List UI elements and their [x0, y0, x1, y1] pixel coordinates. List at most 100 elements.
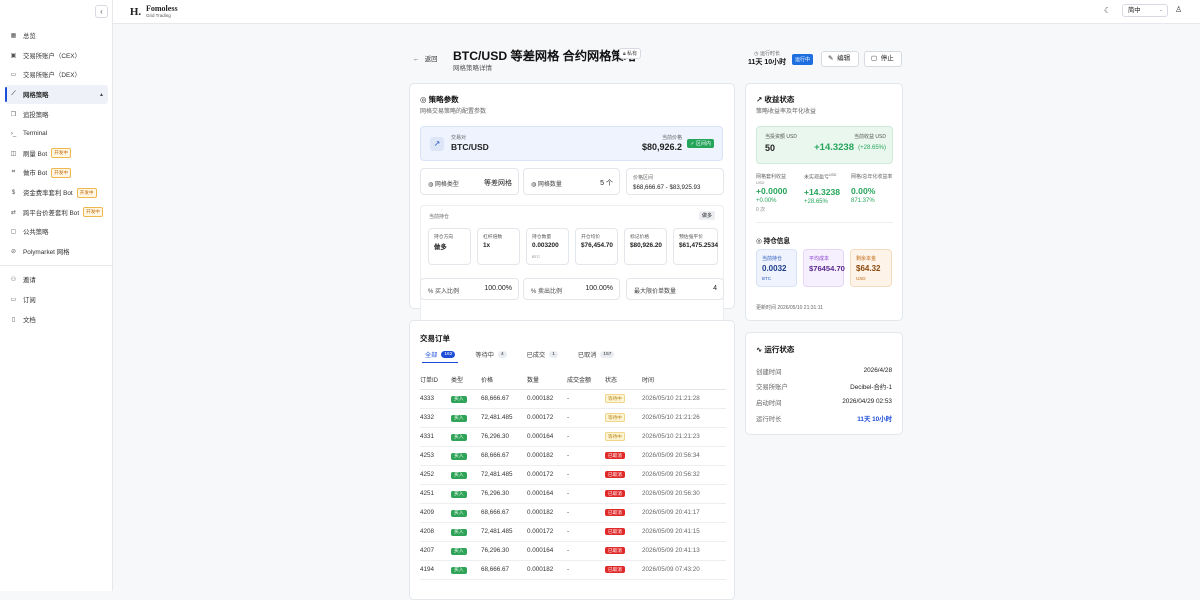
order-type: 买入: [451, 396, 467, 403]
order-id-cell: 4333: [420, 389, 451, 409]
sidebar: ‹ ▦ 总览 ▣ 交易所账户（CEX） ▭ 交易所账户（DEX） ⟋ 网格策略 ▲ ❐ 追投…: [0, 0, 113, 591]
sidebar-item-copy-strategy[interactable]: ❐ 追投策略: [0, 104, 113, 124]
sidebar-item-label: 做市 Bot: [23, 170, 48, 178]
order-id-cell: 4332: [420, 408, 451, 428]
order-status-cell: 已取消: [605, 484, 642, 504]
tab-filled[interactable]: 已成交 1: [527, 347, 558, 362]
order-status-cell: 已取消: [605, 503, 642, 523]
sidebar-item-label: 公共策略: [23, 229, 49, 237]
private-label: 私有: [627, 51, 638, 57]
order-qty-cell: 0.000182: [527, 560, 567, 580]
order-price-cell: 72,481.485: [481, 522, 527, 542]
tab-label: 等待中: [475, 352, 494, 359]
tab-waiting[interactable]: 等待中 4: [475, 347, 507, 362]
language-select[interactable]: 简中 ⌄: [1122, 4, 1168, 17]
sidebar-item-mm-bot[interactable]: ⌗ 做市 Bot 开发中: [0, 163, 113, 183]
order-status-cell: 已取消: [605, 522, 642, 542]
order-amount: -: [567, 509, 570, 516]
sidebar-nav: ▦ 总览 ▣ 交易所账户（CEX） ▭ 交易所账户（DEX） ⟋ 网格策略 ▲ ❐ 追投策略…: [0, 26, 113, 329]
order-status: 已取消: [605, 490, 625, 497]
order-status: 已取消: [605, 509, 625, 516]
order-time-cell: 2026/05/10 21:21:23: [642, 427, 726, 447]
dev-badge: 开发中: [51, 167, 71, 178]
sell-ratio-label-text: 卖出比例: [538, 289, 563, 295]
chevron-up-icon: ▲: [99, 91, 104, 98]
orders-title: 交易订单: [420, 334, 450, 343]
pos-card-label: 标记价格: [630, 235, 650, 240]
pos-card-value: $76,454.70: [581, 242, 613, 249]
max-orders-value: 4: [713, 285, 717, 292]
order-time: 2026/05/09 20:56:34: [642, 452, 700, 459]
order-amount-cell: -: [567, 446, 605, 466]
invest-value: 50: [765, 143, 776, 153]
table-row: 4209 买入 68,666.67 0.000182 - 已取消 2026/05/09 20…: [420, 503, 726, 523]
order-status: 已取消: [605, 547, 625, 554]
sidebar-item-label: 资金费率套利 Bot: [23, 190, 73, 198]
table-header: 订单ID 类型 价格 数量 成交金额 状态 时间: [420, 371, 726, 390]
sidebar-item-dex[interactable]: ▭ 交易所账户（DEX）: [0, 65, 113, 85]
language-value: 简中: [1128, 7, 1141, 14]
divider: [0, 265, 113, 267]
unrealized-value: +14.3238: [804, 186, 841, 197]
order-qty: 0.000182: [527, 509, 554, 516]
order-price-cell: 76,296.30: [481, 541, 527, 561]
order-qty: 0.000164: [527, 433, 554, 440]
sidebar-item-label: Terminal: [23, 130, 48, 138]
order-amount-cell: -: [567, 541, 605, 561]
col-type: 类型: [451, 371, 481, 390]
annual-grid: 0.00%: [851, 186, 876, 196]
sidebar-item-grid-strategy[interactable]: ⟋ 网格策略 ▲: [5, 84, 108, 105]
moon-icon[interactable]: ☾: [1104, 6, 1111, 15]
sidebar-item-polymarket[interactable]: ⊘ Polymarket 网格: [0, 242, 113, 262]
sidebar-item-subscribe[interactable]: ▭ 订阅: [0, 290, 113, 310]
run-title: ∿ 运行状态: [756, 344, 794, 355]
sidebar-item-invite[interactable]: ⚇ 邀请: [0, 270, 113, 290]
table-row: 4252 买入 72,481.485 0.000172 - 已取消 2026/05/09 2…: [420, 465, 726, 485]
divider: [756, 222, 893, 223]
copy-icon: ❐: [10, 111, 17, 118]
order-time: 2026/05/09 20:41:17: [642, 509, 700, 516]
pos-card-label: 持仓方向: [434, 235, 454, 240]
sidebar-item-public-strategy[interactable]: ▢ 公共策略: [0, 222, 113, 242]
order-time: 2026/05/09 07:43:20: [642, 566, 700, 573]
order-amount-cell: -: [567, 465, 605, 485]
order-id: 4194: [420, 566, 435, 573]
order-price: 76,296.30: [481, 490, 510, 497]
order-qty-cell: 0.000164: [527, 427, 567, 447]
avg-cost-box: 平均成本 $76454.70: [803, 249, 845, 287]
page-header: ← 返回 BTC/USD 等差网格 合约网格策略 🔒︎ 私有 网格策略详情 ◷ …: [413, 44, 903, 74]
tab-count: 162: [441, 351, 456, 358]
sidebar-item-docs[interactable]: ▯ 文档: [0, 309, 113, 329]
bank-icon: ▣: [10, 52, 17, 59]
sidebar-item-cex[interactable]: ▣ 交易所账户（CEX）: [0, 46, 113, 66]
sidebar-item-funding-bot[interactable]: $ 资金费率套利 Bot 开发中: [0, 183, 113, 203]
order-id: 4208: [420, 528, 435, 535]
card-icon: ▭: [10, 297, 17, 304]
tab-all[interactable]: 全部 162: [421, 347, 459, 363]
market-icon: ⌗: [11, 169, 16, 176]
order-price-cell: 76,296.30: [481, 427, 527, 447]
stop-button[interactable]: ▢ 停止: [864, 51, 902, 67]
order-amount-cell: -: [567, 522, 605, 542]
order-price: 76,296.30: [481, 547, 510, 554]
brand-sub: Grid Trading: [146, 13, 171, 18]
pos-card-leverage: 杠杆倍数 1x: [477, 228, 520, 265]
sidebar-item-terminal[interactable]: ›_ Terminal: [0, 124, 113, 144]
col-time: 时间: [642, 371, 726, 390]
sidebar-item-arb-bot[interactable]: ⇄ 跨平台价差套利 Bot 开发中: [0, 202, 113, 222]
sidebar-item-overview[interactable]: ▦ 总览: [0, 26, 113, 46]
tab-cancelled[interactable]: 已取消 157: [578, 347, 615, 362]
back-label: 返回: [424, 56, 438, 63]
sidebar-item-label: 网格策略: [23, 92, 49, 100]
user-icon[interactable]: ♙: [1175, 5, 1182, 14]
price-range-label: 价格区间: [633, 175, 654, 181]
edit-button[interactable]: ✎ 编辑: [821, 51, 859, 67]
collapse-sidebar-button[interactable]: ‹: [95, 5, 108, 18]
pos-card-unit: BTC: [532, 254, 540, 259]
terminal-icon: ›_: [10, 130, 17, 137]
tab-label: 已取消: [577, 352, 597, 359]
sidebar-item-volume-bot[interactable]: ◫ 刷量 Bot 开发中: [0, 144, 113, 164]
back-button[interactable]: ← 返回: [413, 54, 438, 63]
logo[interactable]: H. Fomoless Grid Trading: [129, 5, 178, 19]
order-time: 2026/05/10 21:21:26: [642, 414, 700, 421]
